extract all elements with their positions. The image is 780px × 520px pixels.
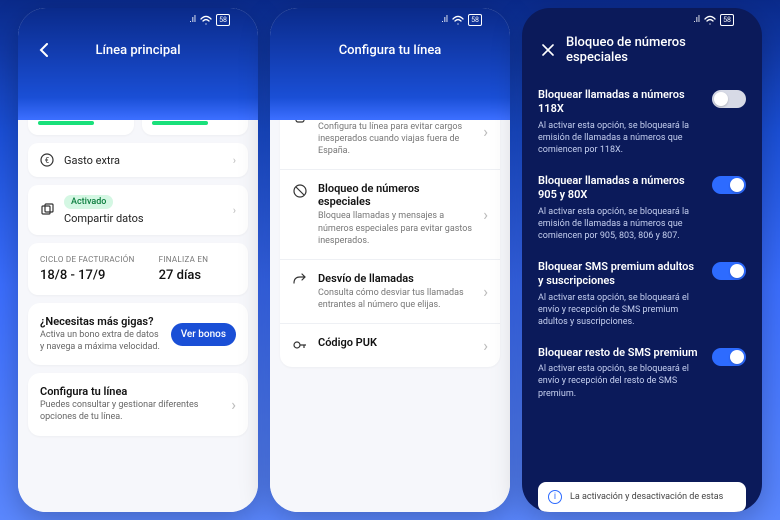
battery-icon: 58 [216, 14, 230, 26]
key-icon [292, 337, 308, 353]
toggle-sms-adultos: Bloquear SMS premium adultos y suscripci… [538, 260, 746, 328]
euro-icon: € [40, 153, 54, 167]
toggle-118x: Bloquear llamadas a números 118X Al acti… [538, 88, 746, 156]
chevron-right-icon: › [231, 395, 236, 414]
cycle-label: CICLO DE FACTURACIÓN [40, 255, 135, 264]
list-item-bloqueo[interactable]: Bloqueo de números especiales Bloquea ll… [280, 170, 500, 259]
info-bar: i La activación y desactivación de estas [538, 482, 746, 512]
close-button[interactable] [536, 38, 560, 62]
toggle-switch[interactable] [712, 90, 746, 108]
item-title: Código PUK [318, 336, 473, 349]
billing-card: CICLO DE FACTURACIÓN 18/8 - 17/9 FINALIZ… [28, 243, 248, 295]
chevron-right-icon: › [483, 122, 488, 141]
toggle-subtitle: Al activar esta opción, se bloqueará la … [538, 206, 702, 242]
toggle-title: Bloquear resto de SMS premium [538, 346, 702, 360]
status-bar: .ıl 58 [32, 8, 244, 32]
toggle-subtitle: Al activar esta opción, se bloqueará el … [538, 363, 702, 399]
status-badge: Activado [64, 195, 113, 209]
battery-icon: 58 [720, 14, 734, 26]
progress-bar [152, 121, 208, 125]
toggle-title: Bloquear llamadas a números 118X [538, 88, 702, 117]
page-title: Línea principal [32, 43, 244, 58]
phone-bloqueo: .ıl 58 Bloqueo de números especiales Blo… [522, 8, 762, 512]
share-icon [40, 203, 54, 217]
header: .ıl 58 Línea principal [18, 8, 258, 120]
compartir-datos-row[interactable]: Activado Compartir datos › [28, 185, 248, 235]
status-bar: .ıl 58 [536, 8, 748, 32]
item-subtitle: Bloquea llamadas y mensajes a números es… [318, 210, 473, 246]
content: de ilimitados de ilimitados € Gasto extr… [18, 84, 258, 512]
promo-subtitle: Activa un bono extra de datos y navega a… [40, 330, 163, 353]
phone-configura-linea: .ıl 58 Configura tu línea Roaming Config… [270, 8, 510, 512]
battery-icon: 58 [468, 14, 482, 26]
wifi-icon [200, 15, 212, 25]
toggle-sms-resto: Bloquear resto de SMS premium Al activar… [538, 346, 746, 400]
ends-label: FINALIZA EN [159, 255, 209, 264]
chevron-right-icon: › [233, 154, 236, 167]
progress-bar [38, 121, 94, 125]
back-button[interactable] [32, 38, 56, 62]
toggle-title: Bloquear llamadas a números 905 y 80X [538, 174, 702, 203]
block-icon [292, 183, 308, 199]
settings-list: Roaming Configura tu línea para evitar c… [280, 94, 500, 367]
row-label: Gasto extra [64, 154, 120, 167]
gasto-extra-row[interactable]: € Gasto extra › [28, 143, 248, 177]
chevron-right-icon: › [483, 205, 488, 224]
chevron-right-icon: › [233, 204, 236, 217]
ends-value: 27 días [159, 268, 209, 283]
signal-icon: .ıl [441, 15, 448, 25]
card-title: Configura tu línea [40, 385, 223, 398]
row-label: Compartir datos [64, 212, 144, 225]
item-title: Desvío de llamadas [318, 272, 473, 285]
promo-title: ¿Necesitas más gigas? [40, 315, 163, 328]
item-subtitle: Consulta cómo desviar tus llamadas entra… [318, 287, 473, 311]
list-item-desvio[interactable]: Desvío de llamadas Consulta cómo desviar… [280, 260, 500, 324]
info-icon: i [548, 490, 562, 504]
promo-card[interactable]: ¿Necesitas más gigas? Activa un bono ext… [28, 303, 248, 365]
configura-linea-card[interactable]: Configura tu línea Puedes consultar y ge… [28, 373, 248, 435]
chevron-right-icon: › [483, 282, 488, 301]
toggle-switch[interactable] [712, 262, 746, 280]
signal-icon: .ıl [189, 15, 196, 25]
chevron-left-icon [39, 43, 49, 57]
page-title: Bloqueo de números especiales [536, 35, 748, 65]
card-subtitle: Puedes consultar y gestionar diferentes … [40, 400, 223, 423]
header: .ıl 58 Bloqueo de números especiales [522, 8, 762, 88]
page-title: Configura tu línea [284, 43, 496, 58]
chevron-right-icon: › [483, 336, 488, 355]
toggle-switch[interactable] [712, 176, 746, 194]
toggle-subtitle: Al activar esta opción, se bloqueará el … [538, 292, 702, 328]
list-item-puk[interactable]: Código PUK › [280, 324, 500, 367]
item-title: Bloqueo de números especiales [318, 182, 473, 208]
toggle-switch[interactable] [712, 348, 746, 366]
forward-icon [292, 273, 308, 289]
toggle-subtitle: Al activar esta opción, se bloqueará la … [538, 120, 702, 156]
toggle-905-80x: Bloquear llamadas a números 905 y 80X Al… [538, 174, 746, 242]
item-subtitle: Configura tu línea para evitar cargos in… [318, 121, 473, 157]
phone-linea-principal: .ıl 58 Línea principal de ilimitados de … [18, 8, 258, 512]
content: Roaming Configura tu línea para evitar c… [270, 84, 510, 512]
wifi-icon [452, 15, 464, 25]
ver-bonos-button[interactable]: Ver bonos [171, 323, 236, 346]
signal-icon: .ıl [693, 15, 700, 25]
svg-text:€: € [45, 156, 50, 165]
wifi-icon [704, 15, 716, 25]
close-icon [542, 44, 554, 56]
header: .ıl 58 Configura tu línea [270, 8, 510, 120]
cycle-value: 18/8 - 17/9 [40, 268, 135, 283]
content: Bloquear llamadas a números 118X Al acti… [522, 88, 762, 512]
status-bar: .ıl 58 [284, 8, 496, 32]
info-text: La activación y desactivación de estas [570, 492, 723, 502]
toggle-title: Bloquear SMS premium adultos y suscripci… [538, 260, 702, 289]
